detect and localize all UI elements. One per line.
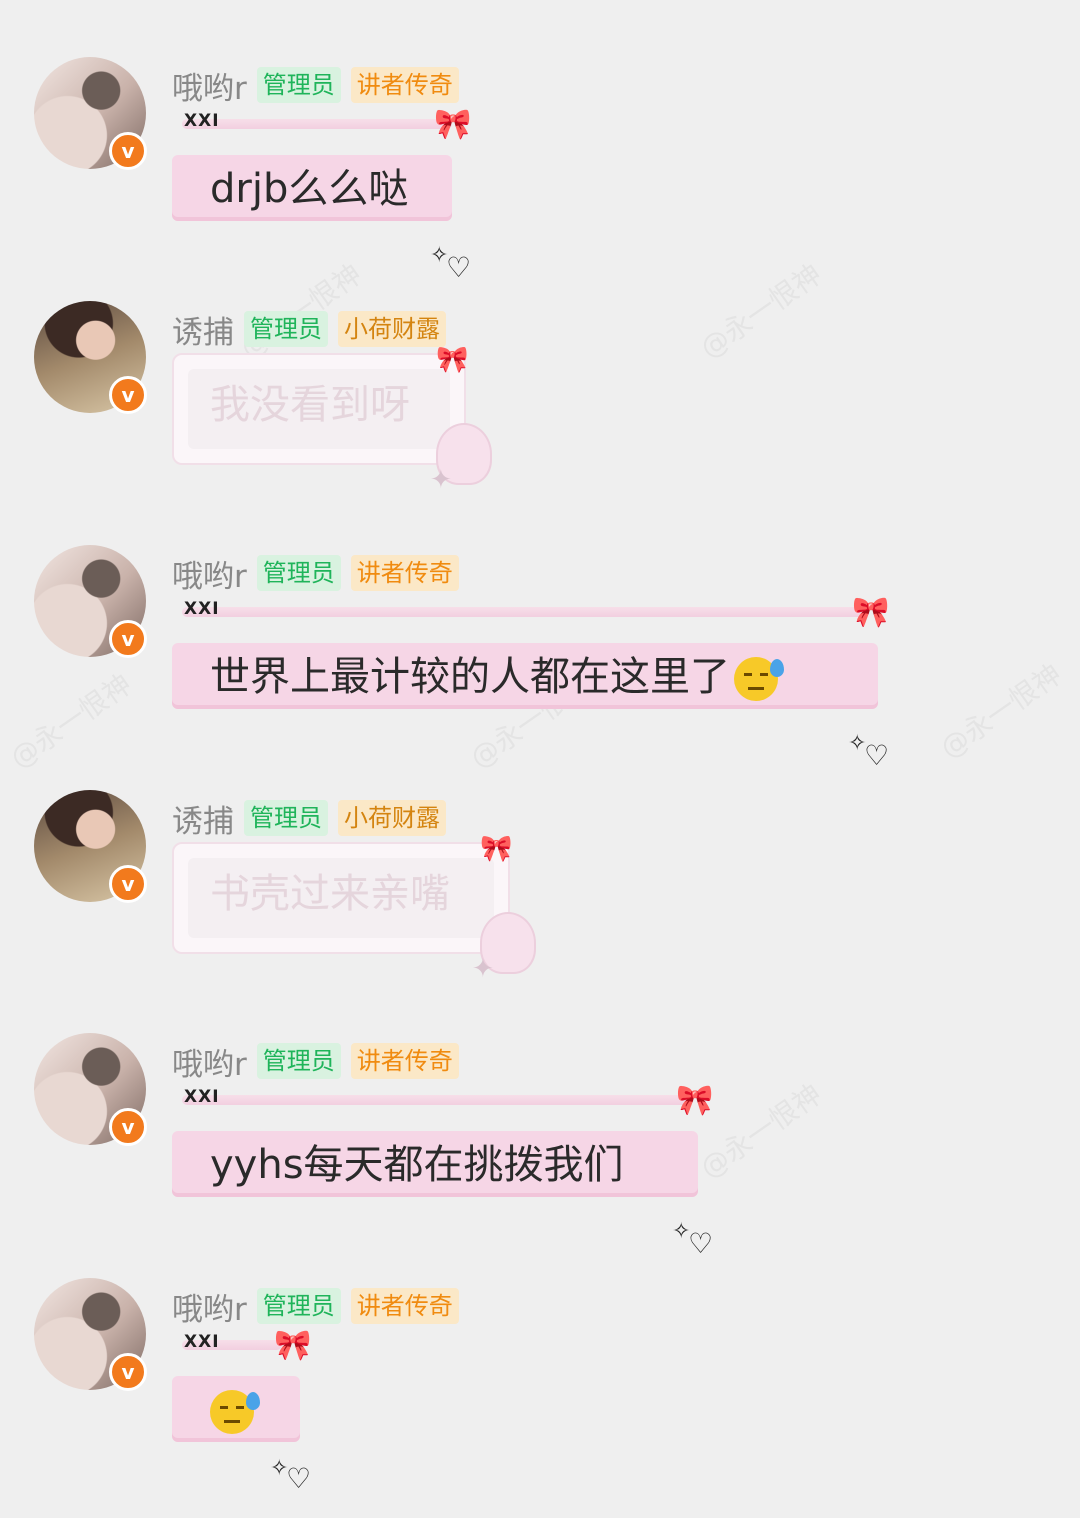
sender-name[interactable]: 哦哟r [172, 1284, 247, 1329]
verified-badge: v [109, 132, 147, 170]
rank-tag: 讲者传奇 [350, 1288, 459, 1324]
chat-message: v 哦哟r 管理员 讲者传奇 XXI 🎀 yyhs每天都在挑拨我们 ✧ ♡ [0, 1033, 1080, 1273]
bow-icon: 🎀 [436, 345, 469, 375]
rank-tag: 讲者传奇 [350, 555, 459, 591]
sweat-emoji-icon [734, 657, 784, 701]
message-text: 世界上最计较的人都在这里了 [210, 647, 784, 707]
chat-message: v 诱捕 管理员 小荷财露 🎀 我没看到呀 ✦ [0, 301, 1080, 541]
chat-message: v 哦哟r 管理员 讲者传奇 XXI 🎀 ✧ ♡ [0, 1278, 1080, 1518]
chat-message: v 诱捕 管理员 小荷财露 🎀 书壳过来亲嘴 ✦ [0, 790, 1080, 1030]
message-text: yyhs每天都在挑拨我们 [210, 1142, 624, 1188]
bow-icon: 🎀 [274, 1328, 312, 1363]
bubble-label: XXI [184, 599, 220, 619]
message-text: 书壳过来亲嘴 [210, 871, 450, 917]
sender-name[interactable]: 哦哟r [172, 1039, 247, 1084]
rank-tag: 小荷财露 [338, 311, 446, 347]
star-icon: ✦ [430, 465, 452, 495]
bow-icon: 🎀 [480, 834, 513, 864]
verified-badge: v [109, 1108, 147, 1146]
rank-tag: 小荷财露 [338, 800, 446, 836]
sender-line: 诱捕 管理员 小荷财露 [172, 307, 446, 351]
verified-badge: v [109, 620, 147, 658]
bow-icon: 🎀 [676, 1083, 714, 1118]
rank-tag: 讲者传奇 [350, 67, 459, 103]
sender-name[interactable]: 哦哟r [172, 63, 247, 108]
sender-line: 哦哟r 管理员 讲者传奇 [172, 1284, 459, 1328]
admin-tag: 管理员 [256, 1043, 341, 1079]
admin-tag: 管理员 [256, 555, 341, 591]
verified-badge: v [109, 1353, 147, 1391]
sender-name[interactable]: 诱捕 [172, 307, 234, 352]
bubble-label: XXI [184, 1332, 220, 1352]
admin-tag: 管理员 [244, 311, 328, 347]
bow-icon: 🎀 [852, 595, 890, 630]
verified-badge: v [109, 865, 147, 903]
admin-tag: 管理员 [256, 67, 341, 103]
sender-line: 哦哟r 管理员 讲者传奇 [172, 551, 459, 595]
bubble-label: XXI [184, 111, 220, 131]
bow-icon: 🎀 [434, 107, 472, 142]
sender-name[interactable]: 哦哟r [172, 551, 247, 596]
verified-badge: v [109, 376, 147, 414]
chat-message: v 哦哟r 管理员 讲者传奇 XXI 🎀 世界上最计较的人都在这里了 ✧ ♡ [0, 545, 1080, 785]
sender-line: 哦哟r 管理员 讲者传奇 [172, 63, 459, 107]
admin-tag: 管理员 [244, 800, 328, 836]
message-text: drjb么么哒 [210, 166, 409, 212]
sender-name[interactable]: 诱捕 [172, 796, 234, 841]
bubble-label: XXI [184, 1087, 220, 1107]
admin-tag: 管理员 [256, 1288, 341, 1324]
message-text [210, 1380, 260, 1440]
heart-icon: ♡ [688, 1227, 714, 1260]
sender-line: 哦哟r 管理员 讲者传奇 [172, 1039, 459, 1083]
sweat-emoji-icon [210, 1390, 260, 1434]
chat-message: v 哦哟r 管理员 讲者传奇 XXI 🎀 drjb么么哒 ✧ ♡ [0, 57, 1080, 297]
rank-tag: 讲者传奇 [350, 1043, 459, 1079]
heart-icon: ♡ [864, 739, 890, 772]
heart-icon: ♡ [286, 1462, 312, 1495]
star-icon: ✦ [472, 954, 494, 984]
heart-icon: ♡ [446, 251, 472, 284]
message-text: 我没看到呀 [210, 382, 410, 428]
sender-line: 诱捕 管理员 小荷财露 [172, 796, 446, 840]
